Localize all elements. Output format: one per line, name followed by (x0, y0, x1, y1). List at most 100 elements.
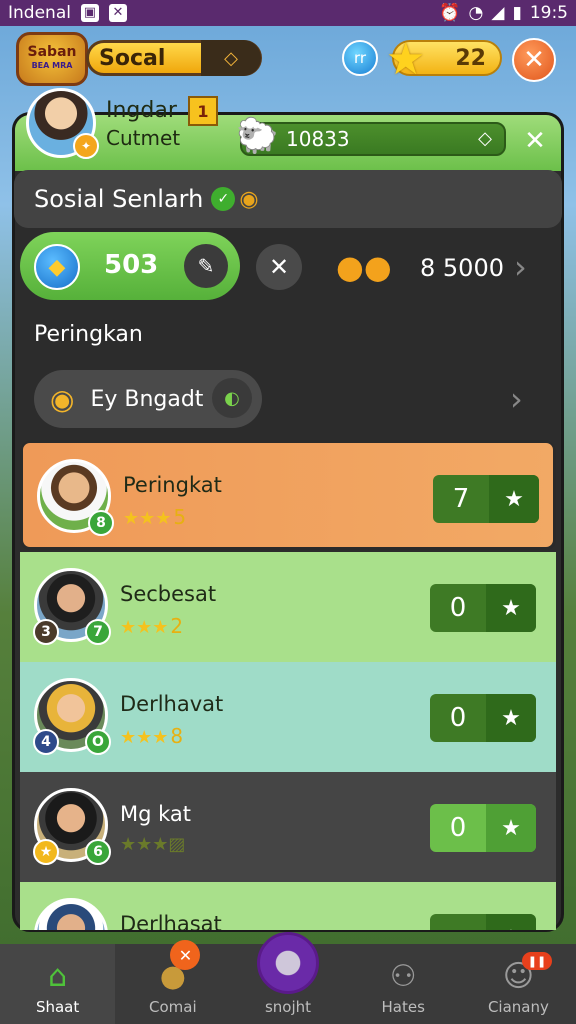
score-value: 0 (449, 703, 467, 733)
close-badge-icon: ✕ (170, 940, 201, 970)
level-badge: 1 (188, 96, 218, 126)
avatar: 4 O (33, 678, 111, 755)
star-rating: ★★★ 5 (123, 505, 187, 529)
bottom-nav: ⌂ Shaat ● ✕ Comai snojht ⚇ Hates ☺ ❚❚ Ci… (0, 932, 576, 1024)
nav-label: Cianany (487, 998, 549, 1016)
wifi-icon: ◔ (468, 3, 484, 23)
score-box: 7 ★ (433, 475, 539, 523)
currency-label: Socal (99, 45, 166, 71)
notification-icon: ▣ (80, 4, 99, 22)
score-value: 0 (449, 813, 467, 843)
star-icon: ★ (486, 914, 536, 930)
player-name: Mg kat (120, 802, 192, 826)
list-item[interactable]: Derlhasat ★ (20, 882, 556, 930)
section-title: Sosial Senlarh (34, 185, 204, 213)
chevron-right-icon[interactable]: › (514, 248, 527, 286)
rank-badge: 7 (85, 619, 111, 645)
nav-user[interactable]: ☺ ❚❚ Cianany (461, 944, 576, 1024)
signal-icon: ◢ (491, 3, 505, 23)
stats-row: ◆ 503 ✎ ✕ ●● 8 5000 › (20, 232, 556, 302)
player-name: Ingdar (106, 98, 177, 123)
section-header: Sosial Senlarh ✓ ◉ (14, 170, 562, 228)
ranking-title: Peringkan (34, 322, 143, 347)
clear-button[interactable]: ✕ (256, 244, 302, 290)
player-name: Peringkat (123, 473, 222, 497)
score-box: 0 ★ (430, 804, 536, 852)
rank-badge: 6 (85, 839, 111, 865)
nav-profile[interactable]: snojht (230, 932, 345, 1024)
nav-label: snojht (264, 998, 312, 1016)
nav-coins[interactable]: ● ✕ Comai (115, 940, 230, 1024)
avatar: 3 7 (33, 568, 111, 645)
rank-badge: O (85, 729, 111, 755)
player-name: Secbesat (120, 582, 217, 606)
list-item[interactable]: 8 Peringkat ★★★ 5 7 ★ (20, 440, 556, 550)
shield-icon: ◆ (34, 244, 80, 290)
avatar: 8 (37, 459, 114, 536)
carrier-name: Indenal (8, 3, 71, 23)
star-icon: ★ (386, 34, 426, 85)
star-badge: ★ (33, 839, 59, 865)
chevron-right-icon[interactable]: › (510, 380, 523, 418)
avatar: ★ 6 (33, 788, 111, 865)
star-icon: ★ (486, 584, 536, 632)
pause-badge-icon: ❚❚ (522, 952, 553, 970)
list-item[interactable]: 3 7 Secbesat ★★★ 2 0 ★ (20, 552, 556, 662)
list-item[interactable]: 4 O Derlhavat ★★★ 8 0 ★ (20, 662, 556, 772)
game-logo: Saban BEA MRA (16, 32, 88, 86)
nav-label: Comai (148, 998, 197, 1016)
nav-label: Hates (381, 998, 425, 1016)
player-name: Derlhavat (120, 692, 224, 716)
list-item[interactable]: ★ 6 Mg kat ★★★▨ 0 ★ (20, 772, 556, 882)
battery-icon: ▮ (512, 3, 522, 23)
star-icon: ★ (486, 694, 536, 742)
points-bar: 🐑 10833 ◇ (236, 116, 506, 156)
shield-stat[interactable]: ◆ 503 ✎ (20, 232, 240, 300)
player-avatar[interactable]: ✦ (26, 88, 99, 159)
tool-icon[interactable]: ✎ (184, 244, 228, 288)
currency-bar[interactable]: Socal ◇ (86, 40, 262, 76)
avatar (34, 898, 108, 930)
coin-stack-icon: ◉ (50, 382, 75, 416)
blue-orb-label: rr (353, 49, 367, 67)
level-badge: 3 (33, 619, 59, 645)
alarm-icon: ⏰ (439, 3, 461, 23)
leaderboard-list[interactable]: 8 Peringkat ★★★ 5 7 ★ 3 7 Secbesat ★★★ 2 0… (20, 440, 556, 930)
mascot-icon: 🐑 (236, 116, 279, 156)
coin-value: 8 5000 (420, 254, 504, 282)
coins-icon: ◉ (239, 186, 259, 212)
filter-toggle-icon[interactable]: ◐ (212, 378, 252, 418)
blue-orb-button[interactable]: rr (342, 40, 378, 76)
star-icon: ★ (489, 475, 539, 523)
close-notification-icon: ✕ (108, 4, 127, 22)
score-box: 0 ★ (430, 584, 536, 632)
star-count-value: 22 (455, 45, 486, 71)
top-hud: Saban BEA MRA Socal ◇ rr ★ 22 ✕ (0, 28, 576, 92)
level-badge: 4 (33, 729, 59, 755)
star-rating: ★★★ 2 (120, 614, 184, 638)
player-name: Derlhasat (120, 912, 222, 930)
avatar-badge-icon: ✦ (73, 133, 99, 159)
player-subtitle: Cutmet (106, 126, 181, 150)
score-box: 0 ★ (430, 694, 536, 742)
star-counter[interactable]: ★ 22 (386, 34, 502, 85)
score-value: 0 (449, 593, 467, 623)
nav-home[interactable]: ⌂ Shaat (0, 944, 116, 1024)
score-value: 7 (452, 484, 470, 514)
logo-text: Saban (27, 44, 77, 60)
filter-label: Ey Bngadt (90, 386, 204, 412)
coin-stack-icon: ●● (336, 248, 392, 286)
status-bar: Indenal ▣ ✕ ⏰ ◔ ◢ ▮ 19:5 (0, 0, 576, 26)
close-button[interactable]: ✕ (512, 38, 556, 82)
nav-people[interactable]: ⚇ Hates (346, 944, 461, 1024)
check-icon: ✓ (211, 187, 236, 211)
ranking-filter[interactable]: ◉ Ey Bngadt ◐ (34, 370, 262, 428)
close-panel-button[interactable]: ✕ (520, 126, 550, 156)
points-value: 10833 (286, 127, 350, 151)
star-rating: ★★★▨ (120, 834, 186, 855)
score-box: ★ (430, 914, 536, 930)
diamond-icon: ◇ (478, 128, 492, 149)
people-icon: ⚇ (389, 959, 417, 994)
shield-value: 503 (104, 250, 159, 280)
diamond-icon: ◇ (201, 40, 261, 76)
